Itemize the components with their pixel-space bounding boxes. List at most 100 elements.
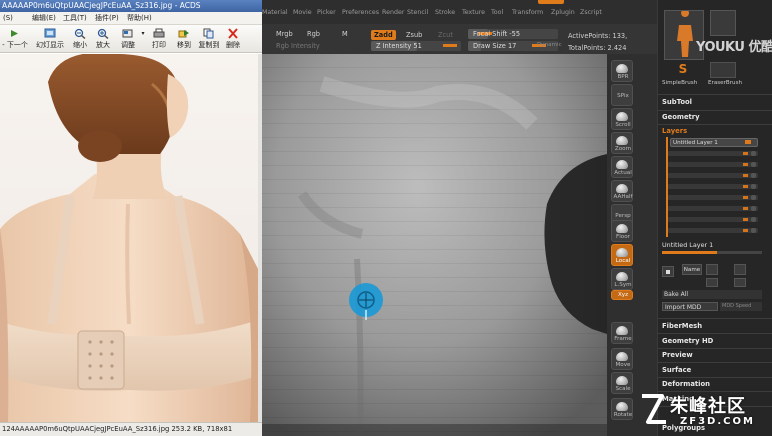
menu-texture[interactable]: Texture [462,0,485,26]
hand-icon [616,112,628,121]
zbrush-top-shelf: Mrgb Rgb M Rgb Intensity Zadd Zsub Zcut … [262,24,657,54]
actual-size-icon [616,160,628,169]
spix-button[interactable]: SPix [611,84,633,106]
zoom-button[interactable]: Zoom [611,132,633,154]
layer-up-icon[interactable] [706,278,718,287]
rgb-button[interactable]: Rgb [307,30,320,38]
tool-tray: S SimpleBrush EraserBrush SubTool Geomet… [657,0,772,436]
reference-photo [0,54,258,422]
aahalf-icon [616,184,628,193]
actual-button[interactable]: Actual [611,156,633,178]
frame-button[interactable]: Frame [611,322,633,344]
menu-tools[interactable]: 工具(T) [63,12,87,25]
record-layer-button[interactable] [662,266,674,277]
preview-section[interactable]: Preview [662,351,693,359]
layer-record-icon[interactable] [745,140,751,144]
surface-section[interactable]: Surface [662,366,691,374]
menu-render[interactable]: Render [382,0,404,26]
zbrush-viewport[interactable] [262,54,607,436]
layer-row[interactable] [668,228,758,233]
layer-row[interactable] [668,195,758,200]
menu-zscript[interactable]: Zscript [580,0,602,26]
menu-plugins[interactable]: 插件(P) [95,12,119,25]
zbrush-window: Material Movie Picker Preferences Render… [262,0,772,436]
magnifier-icon [616,136,628,145]
layers-section[interactable]: Layers [662,127,687,135]
material-thumbnail[interactable] [710,10,736,36]
right-shelf: BPR SPix Scroll Zoom Actual AAHalf Persp… [607,54,657,436]
local-button[interactable]: Local [611,244,633,266]
print-button[interactable]: 打印 [148,27,170,51]
delete-layer-icon[interactable] [734,264,746,275]
zbrush-menu-bar: Material Movie Picker Preferences Render… [262,0,657,24]
layer-name-button[interactable]: Name [682,264,702,275]
next-button[interactable]: - 下一个 [0,27,30,51]
floor-button[interactable]: Floor [611,220,633,242]
dynamic-toggle[interactable]: Dynamic [537,42,562,48]
zcut-button[interactable]: Zcut [435,30,456,40]
eraserbrush-label: EraserBrush [708,80,743,86]
fibermesh-section[interactable]: FiberMesh [662,322,702,330]
menu-movie[interactable]: Movie [293,0,312,26]
zsub-button[interactable]: Zsub [403,30,425,40]
zadd-button[interactable]: Zadd [371,30,396,40]
status-bar: 124AAAAAP0m6uQtpUAACjegJPcEuAA_Sz316.jpg… [0,422,262,436]
geometry-hd-section[interactable]: Geometry HD [662,337,713,345]
scale-button[interactable]: Scale [611,372,633,394]
floor-grid-icon [616,224,628,233]
aahalf-button[interactable]: AAHalf [611,180,633,202]
menu-preferences[interactable]: Preferences [342,0,379,26]
menu-hotkey-indicator [538,0,564,4]
rotate-icon [616,402,628,411]
slideshow-button[interactable]: 幻灯显示 [33,27,67,51]
z-intensity-slider[interactable]: Z Intensity 51 [371,41,461,51]
layer-down-icon[interactable] [734,278,746,287]
rotate-button[interactable]: Rotate [611,398,633,420]
mdd-speed-slider[interactable]: MDD Speed [720,302,762,311]
layer-row[interactable] [668,151,758,156]
copy-to-button[interactable]: 复制到 [196,27,222,51]
menu-material[interactable]: Material [262,0,288,26]
delete-button[interactable]: 删除 [223,27,243,51]
zf3d-chinese: 朱峰社区 [670,396,746,417]
layer-intensity-slider[interactable] [662,251,762,254]
rgb-intensity-slider[interactable]: Rgb Intensity [276,42,320,50]
simplebrush-icon[interactable]: S [668,62,698,78]
xyz-button[interactable]: Xyz [611,290,633,300]
acdsee-window: AAAAAP0m6uQtpUAACjegJPcEuAA_Sz316.jpg - … [0,0,262,436]
bpr-button[interactable]: BPR [611,60,633,82]
menu-stroke[interactable]: Stroke [435,0,455,26]
menu-file[interactable]: (S) [3,12,13,25]
layer-row[interactable] [668,173,758,178]
layer-row[interactable] [668,206,758,211]
local-symmetry-icon [616,248,628,257]
delete-icon [228,28,238,39]
lsym-button[interactable]: L.Sym [611,268,633,290]
menu-picker[interactable]: Picker [317,0,336,26]
adjust-dropdown[interactable]: ▾ [140,30,146,54]
move-to-button[interactable]: 移到 [173,27,195,51]
menu-help[interactable]: 帮助(H) [127,12,152,25]
eraserbrush-icon[interactable] [710,62,736,78]
subtool-section[interactable]: SubTool [662,98,692,106]
mrgb-button[interactable]: Mrgb [276,30,293,38]
menu-stencil[interactable]: Stencil [407,0,428,26]
new-layer-icon[interactable] [706,264,718,275]
layer-row[interactable] [668,162,758,167]
scroll-button[interactable]: Scroll [611,108,633,130]
toolbar: - 下一个 幻灯显示 缩小 放大 调整 ▾ 打印 移到 复制到 删除 [0,25,262,53]
focal-shift-slider[interactable]: Focal Shift -55 [468,29,558,39]
layer-row[interactable] [668,217,758,222]
menu-edit[interactable]: 编辑(E) [32,12,56,25]
layer-row[interactable] [668,184,758,189]
move-button[interactable]: Move [611,348,633,370]
zoom-in-button[interactable]: 放大 [92,27,114,51]
geometry-section[interactable]: Geometry [662,113,700,121]
print-icon [153,28,165,38]
import-mdd-button[interactable]: Import MDD [662,302,718,311]
zoom-out-button[interactable]: 缩小 [69,27,91,51]
adjust-button[interactable]: 调整 [116,27,140,51]
m-button[interactable]: M [342,30,348,38]
menu-tool[interactable]: Tool [491,0,503,26]
bake-all-button[interactable]: Bake All [662,290,762,299]
